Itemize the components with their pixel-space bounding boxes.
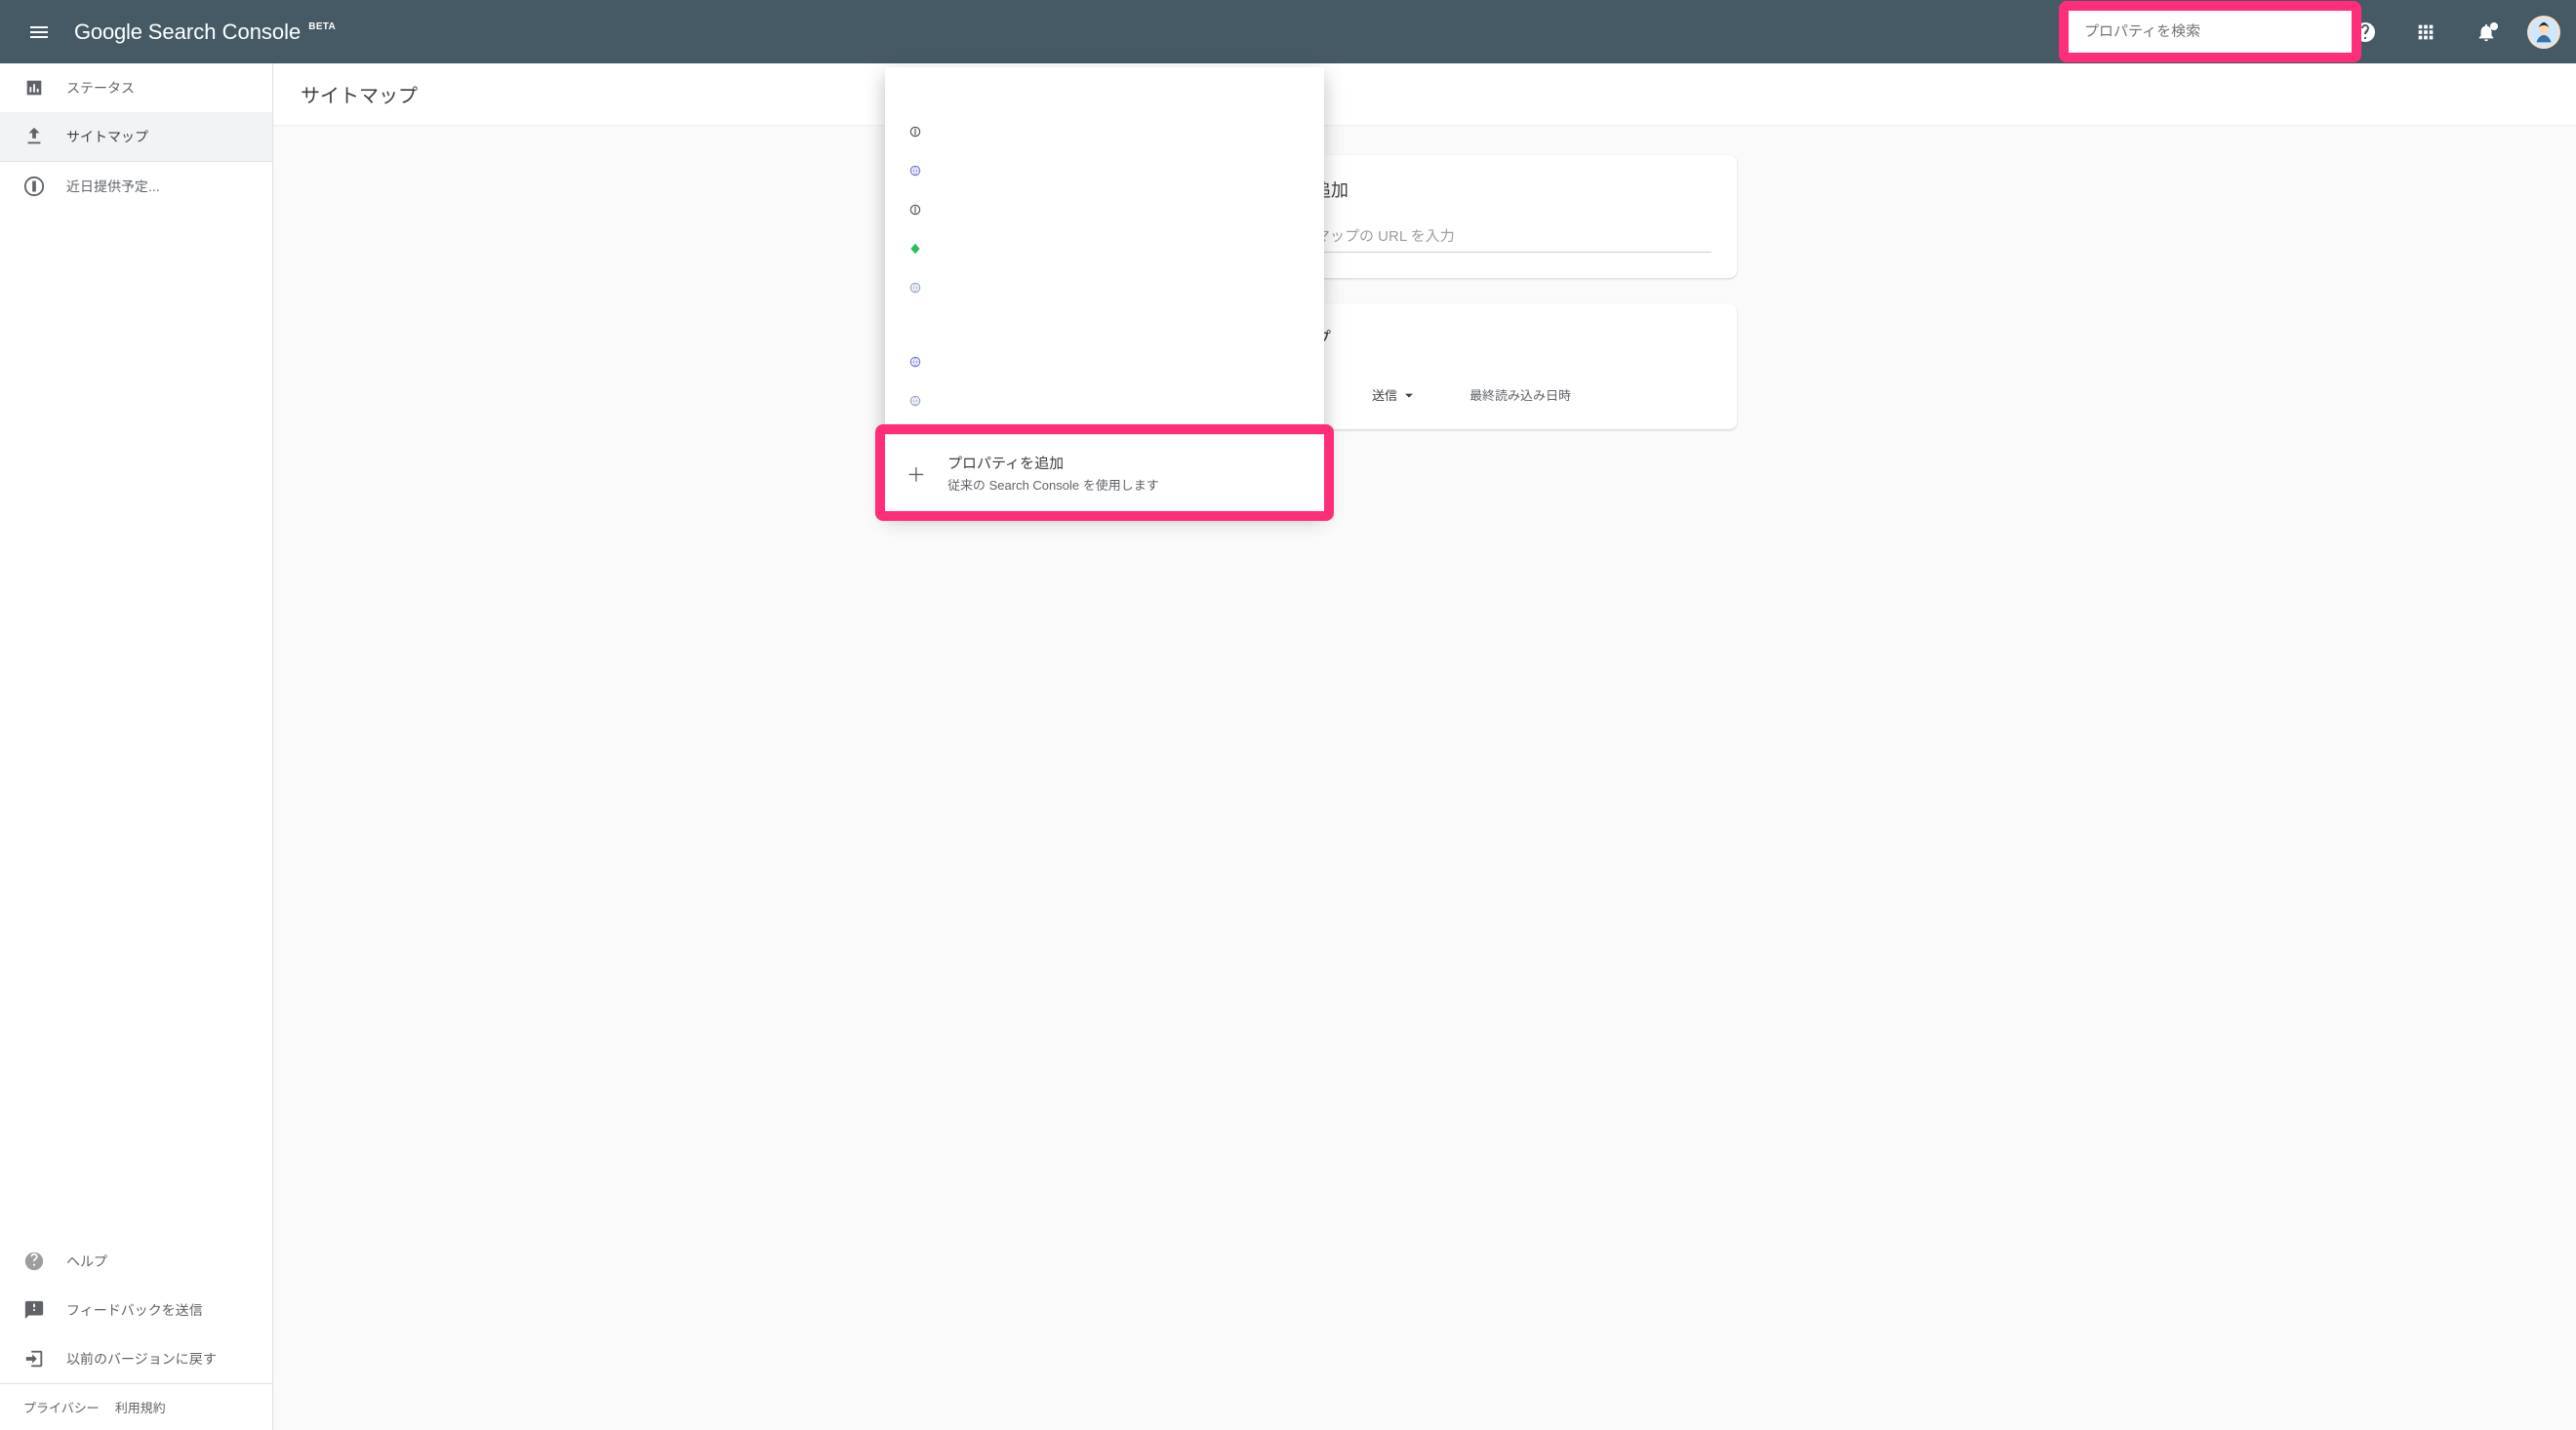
sidebar-item-old-version[interactable]: 以前のバージョンに戻す — [0, 1334, 272, 1383]
property-search-input[interactable] — [2069, 11, 2352, 53]
app-bar: Google Search Console BETA — [0, 0, 2576, 63]
account-avatar[interactable] — [2527, 16, 2560, 49]
exit-icon — [23, 1348, 45, 1370]
globe-icon — [908, 164, 922, 178]
info-icon — [23, 176, 45, 197]
sidebar-item-coming-soon[interactable]: 近日提供予定... — [0, 162, 272, 211]
appbar-actions — [2346, 13, 2560, 52]
main-content: サイトマップ 新しいサイトマップの追加 ィトマップの URL を入力 送信された… — [273, 63, 2576, 1430]
add-property-subtitle: 従来の Search Console を使用します — [947, 475, 1159, 494]
logo-beta-badge: BETA — [308, 21, 336, 32]
sidebar-item-feedback[interactable]: フィードバックを送信 — [0, 1286, 272, 1334]
add-property-labels: プロパティを追加 従来の Search Console を使用します — [947, 453, 1159, 494]
bell-icon — [2475, 21, 2497, 43]
product-logo: Google Search Console BETA — [74, 20, 336, 45]
globe-icon — [908, 394, 922, 408]
property-item[interactable] — [885, 268, 1324, 307]
sidebar-item-sitemaps[interactable]: サイトマップ — [0, 112, 272, 161]
help-circle-icon — [23, 1251, 45, 1272]
highlight-add-property: ＋ プロパティを追加 従来の Search Console を使用します — [875, 424, 1334, 521]
sidebar-item-label: 以前のバージョンに戻す — [66, 1349, 217, 1369]
hamburger-icon — [27, 20, 51, 44]
globe-icon — [908, 281, 922, 295]
sidebar-item-label: 近日提供予定... — [66, 177, 160, 196]
sidebar-footer: プライバシー 利用規約 — [0, 1384, 272, 1430]
notifications-button[interactable] — [2467, 13, 2506, 52]
property-item[interactable] — [885, 342, 1324, 381]
property-list — [885, 73, 1324, 424]
property-type-icon — [908, 203, 922, 217]
highlight-search — [2059, 1, 2361, 62]
sidebar-item-label: ステータス — [66, 78, 135, 98]
property-item[interactable] — [885, 151, 1324, 190]
sidebar-item-label: フィードバックを送信 — [66, 1300, 203, 1320]
logo-product-text: Search Console — [148, 20, 302, 45]
hamburger-menu-button[interactable] — [16, 9, 62, 56]
property-item[interactable] — [885, 381, 1324, 420]
add-property-button[interactable]: ＋ プロパティを追加 従来の Search Console を使用します — [885, 434, 1324, 511]
sidebar: ステータス サイトマップ 近日提供予定... ヘルプ フィードバックを送信 以前… — [0, 63, 273, 1430]
sidebar-item-help[interactable]: ヘルプ — [0, 1237, 272, 1286]
property-item[interactable] — [885, 77, 1324, 112]
page-title-bar: サイトマップ — [273, 63, 2576, 126]
plus-icon: ＋ — [906, 459, 926, 488]
property-item[interactable] — [885, 190, 1324, 229]
property-search-container — [2059, 0, 2361, 63]
add-property-title: プロパティを追加 — [947, 453, 1159, 473]
col-last: 最終読み込み日時 — [1469, 385, 1711, 404]
footer-terms-link[interactable]: 利用規約 — [115, 1398, 166, 1416]
property-type-icon — [908, 125, 922, 139]
barchart-icon — [23, 77, 45, 99]
globe-icon — [908, 355, 922, 369]
logo-google-text: Google — [74, 20, 142, 45]
sidebar-item-label: サイトマップ — [66, 127, 148, 146]
property-dropdown: ＋ プロパティを追加 従来の Search Console を使用します — [885, 67, 1324, 511]
property-item[interactable] — [885, 307, 1324, 342]
diamond-icon — [908, 242, 922, 256]
property-item[interactable] — [885, 112, 1324, 151]
sidebar-item-label: ヘルプ — [66, 1251, 107, 1271]
sidebar-item-status[interactable]: ステータス — [0, 63, 272, 112]
property-item[interactable] — [885, 229, 1324, 268]
sitemap-url-input[interactable]: ィトマップの URL を入力 — [1284, 219, 1711, 253]
col-sent-label: 送信 — [1372, 385, 1397, 404]
page-title: サイトマップ — [301, 80, 418, 108]
upload-icon — [23, 126, 45, 147]
col-sent[interactable]: 送信 — [1372, 385, 1469, 404]
apps-icon — [2415, 21, 2436, 43]
footer-privacy-link[interactable]: プライバシー — [23, 1398, 100, 1416]
apps-button[interactable] — [2406, 13, 2445, 52]
feedback-icon — [23, 1299, 45, 1321]
avatar-icon — [2529, 18, 2558, 47]
arrow-down-icon — [1401, 387, 1417, 403]
